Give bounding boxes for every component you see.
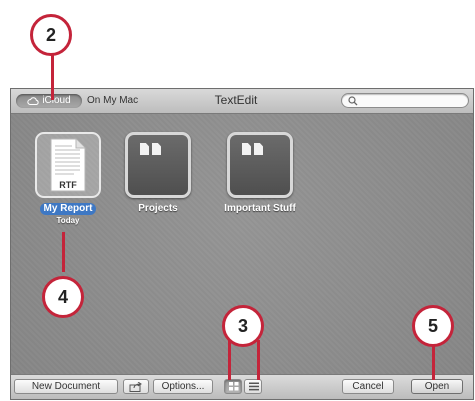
open-dialog-window: iCloud On My Mac TextEdit RTF My Report …	[10, 88, 474, 400]
window-title: TextEdit	[214, 93, 258, 107]
new-document-button[interactable]: New Document	[14, 379, 118, 394]
folder-thumbnail[interactable]	[227, 132, 293, 198]
folder-name[interactable]: Important Stuff	[220, 203, 300, 215]
folder-name[interactable]: Projects	[134, 203, 181, 215]
document-thumbnail[interactable]: RTF	[35, 132, 101, 198]
document-item-my-report[interactable]: RTF My Report Today	[23, 132, 113, 226]
callout-4-leader	[62, 232, 65, 272]
document-name[interactable]: My Report	[39, 203, 97, 215]
cancel-button[interactable]: Cancel	[342, 379, 394, 394]
bottom-toolbar: New Document Options... Cancel Open	[11, 374, 473, 399]
options-button[interactable]: Options...	[153, 379, 213, 394]
callout-3: 3	[222, 305, 264, 347]
titlebar: iCloud On My Mac TextEdit	[11, 89, 473, 114]
icon-view-button[interactable]	[224, 379, 242, 394]
folder-item-important-stuff[interactable]: Important Stuff	[215, 132, 305, 216]
search-icon	[348, 96, 358, 106]
list-view-button[interactable]	[244, 379, 262, 394]
share-icon	[129, 382, 142, 392]
callout-5: 5	[412, 305, 454, 347]
tab-icloud[interactable]: iCloud	[16, 94, 82, 108]
tab-on-my-mac[interactable]: On My Mac	[87, 94, 138, 108]
callout-2: 2	[30, 14, 72, 56]
callout-2-leader	[51, 55, 54, 100]
cloud-icon	[27, 97, 39, 105]
folder-documents-icon	[242, 143, 263, 155]
callout-3-leader-right	[257, 340, 260, 380]
callout-4: 4	[42, 276, 84, 318]
folder-thumbnail[interactable]	[125, 132, 191, 198]
document-date: Today	[56, 216, 80, 225]
list-view-icon	[249, 382, 259, 391]
open-button[interactable]: Open	[411, 379, 463, 394]
share-button[interactable]	[123, 379, 149, 394]
folder-documents-icon	[140, 143, 161, 155]
tab-icloud-label: iCloud	[42, 95, 71, 106]
folder-item-projects[interactable]: Projects	[113, 132, 203, 216]
search-input[interactable]	[341, 93, 469, 108]
grid-view-icon	[229, 382, 239, 391]
callout-3-leader-left	[228, 340, 231, 380]
rtf-badge: RTF	[59, 180, 77, 190]
